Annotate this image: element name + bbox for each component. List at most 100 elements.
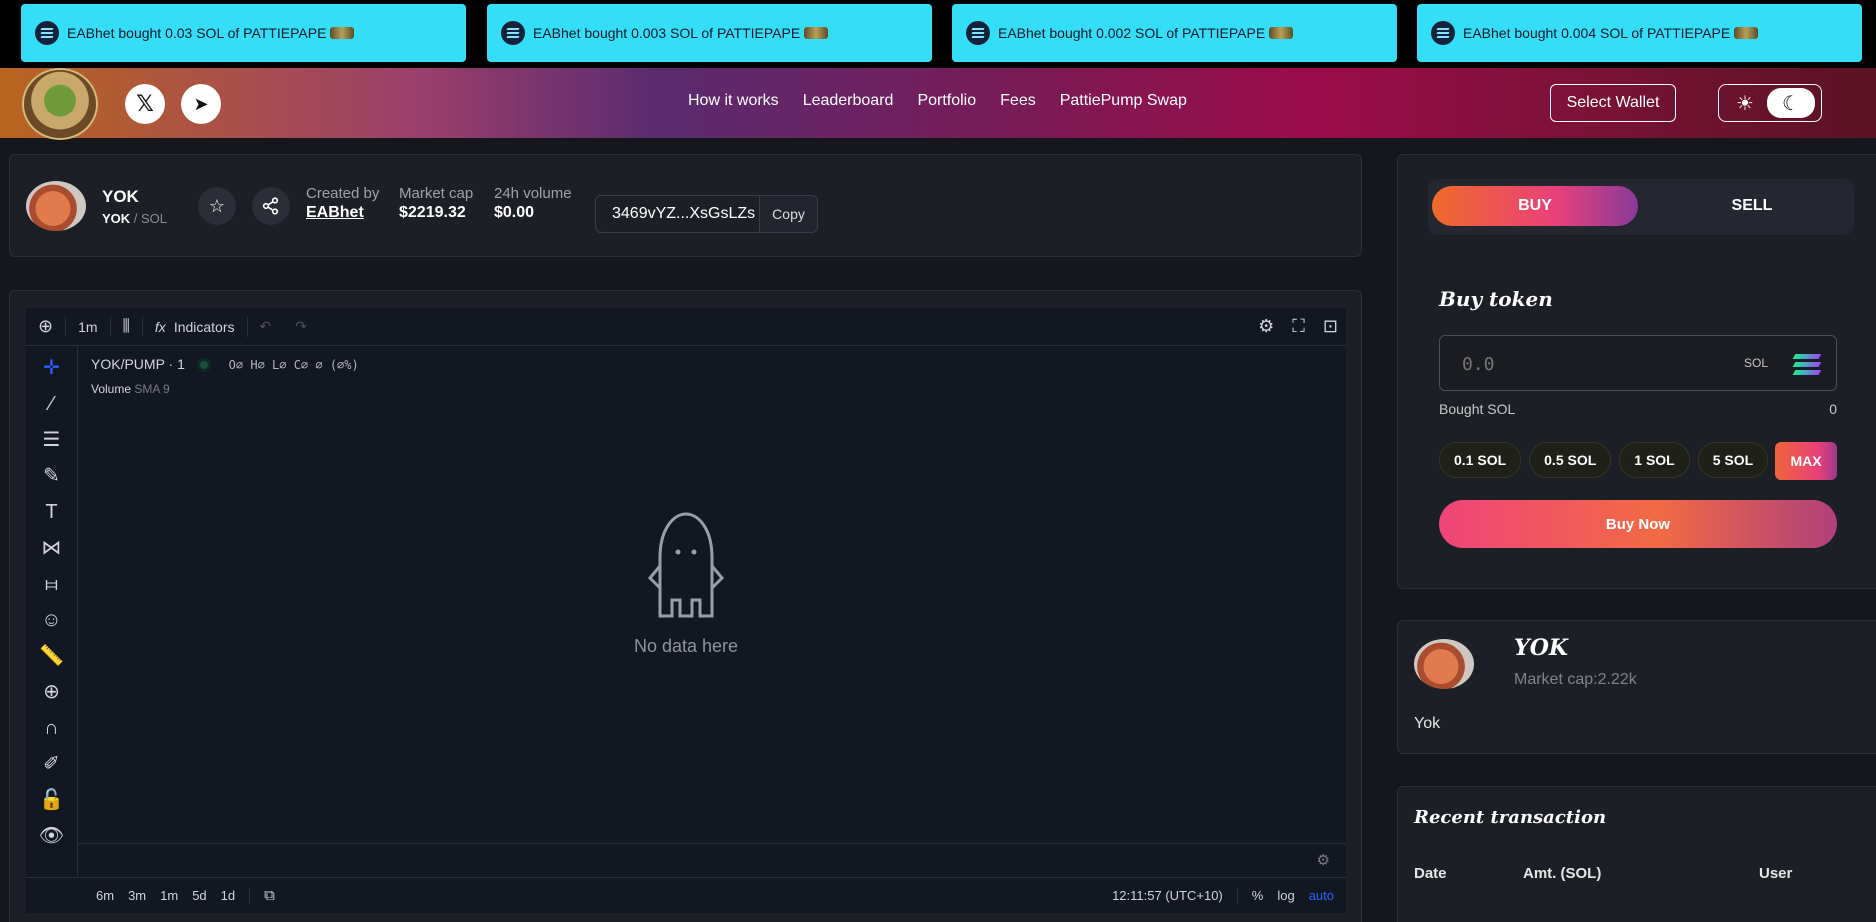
moon-icon[interactable]: ☾ — [1767, 88, 1815, 118]
token-name: YOK — [102, 187, 139, 206]
preset-0-5-sol[interactable]: 0.5 SOL — [1529, 442, 1612, 478]
col-amount: Amt. (SOL) — [1523, 865, 1602, 882]
theme-toggle[interactable]: ☀ ☾ — [1718, 84, 1822, 122]
copy-address-button[interactable]: Copy — [759, 196, 817, 232]
bought-sol-value: 0 — [1829, 401, 1837, 417]
coin-icon — [330, 27, 355, 39]
col-user: User — [1759, 865, 1793, 882]
fullscreen-icon[interactable]: ⛶ — [1292, 316, 1305, 337]
token-avatar — [26, 181, 86, 231]
crosshair-icon[interactable]: ✛ — [43, 356, 60, 380]
magnet-icon[interactable]: ∩ — [44, 716, 58, 740]
token-avatar — [1414, 639, 1474, 689]
brush-icon[interactable]: ✎ — [43, 464, 60, 488]
zoom-in-icon[interactable]: ⊕ — [43, 680, 60, 704]
no-data-placeholder: No data here — [26, 508, 1346, 657]
share-icon[interactable] — [252, 187, 290, 225]
range-3m[interactable]: 3m — [128, 888, 146, 903]
activity-ticker: EABhet bought 0.03 SOL of PATTIEPAPE EAB… — [0, 0, 1876, 68]
eye-icon[interactable]: 👁 — [39, 824, 64, 848]
max-button[interactable]: MAX — [1775, 442, 1837, 480]
amount-presets: 0.1 SOL 0.5 SOL 1 SOL 5 SOL — [1439, 442, 1769, 478]
chart-legend: YOK/PUMP · 1 O∅ H∅ L∅ C∅ ∅ (∅%) — [91, 356, 359, 373]
amount-field: SOL — [1439, 335, 1837, 391]
telegram-icon[interactable]: ➤ — [181, 84, 221, 124]
ticker-text: EABhet bought 0.004 SOL of PATTIEPAPE — [1463, 25, 1731, 41]
site-logo[interactable] — [22, 68, 98, 140]
interval-selector[interactable]: 1m — [66, 308, 109, 345]
nav-leaderboard[interactable]: Leaderboard — [803, 92, 894, 110]
bought-sol-label: Bought SOL — [1439, 401, 1516, 417]
nav-portfolio[interactable]: Portfolio — [917, 92, 976, 110]
nav-fees[interactable]: Fees — [1000, 92, 1036, 110]
token-info-card: YOK Market cap:2.22k Yok — [1397, 620, 1876, 754]
solana-icon — [35, 21, 59, 45]
x-social-icon[interactable]: 𝕏 — [125, 84, 165, 124]
range-1d[interactable]: 1d — [221, 888, 235, 903]
token-description: Yok — [1414, 715, 1441, 732]
chart-settings-gear-icon[interactable]: ⚙ — [1258, 316, 1274, 337]
token-pair: YOK / SOL — [102, 211, 168, 226]
coin-icon — [1269, 27, 1294, 39]
indicators-button[interactable]: fx Indicators — [143, 308, 247, 345]
preset-1-sol[interactable]: 1 SOL — [1619, 442, 1690, 478]
favorite-star-icon[interactable]: ☆ — [198, 187, 236, 225]
redo-icon[interactable]: ↷ — [283, 308, 319, 345]
ticker-text: EABhet bought 0.003 SOL of PATTIEPAPE — [533, 25, 801, 41]
recent-transactions: Recent transaction Date Amt. (SOL) User — [1397, 786, 1876, 922]
ohlc-values: O∅ H∅ L∅ C∅ ∅ (∅%) — [228, 358, 359, 372]
market-cap-info: Market cap $2219.32 — [399, 185, 474, 221]
candle-type-icon[interactable]: ⫼ — [111, 308, 142, 345]
lock-pencil-icon[interactable]: ✐ — [43, 752, 60, 776]
fx-icon: fx — [154, 318, 166, 335]
log-toggle[interactable]: log — [1277, 888, 1294, 903]
preset-0-1-sol[interactable]: 0.1 SOL — [1439, 442, 1522, 478]
ticker-item[interactable]: EABhet bought 0.002 SOL of PATTIEPAPE — [952, 4, 1397, 62]
ticker-item[interactable]: EABhet bought 0.004 SOL of PATTIEPAPE — [1417, 4, 1862, 62]
preset-5-sol[interactable]: 5 SOL — [1697, 442, 1769, 478]
solana-icon — [1792, 352, 1822, 376]
main-nav: How it works Leaderboard Portfolio Fees … — [688, 92, 1187, 110]
address-text: 3469vYZ...XsGsLZs — [612, 205, 756, 222]
goto-date-icon[interactable]: ⧉ — [264, 887, 275, 904]
price-chart[interactable]: ⊕ 1m ⫼ fx Indicators ↶ ↷ ⚙ ⛶ ⊡ ✛ ⁄ ☰ ✎ T … — [26, 308, 1346, 913]
select-wallet-button[interactable]: Select Wallet — [1550, 84, 1676, 122]
percent-toggle[interactable]: % — [1252, 888, 1264, 903]
range-6m[interactable]: 6m — [96, 888, 114, 903]
nav-swap[interactable]: PattiePump Swap — [1060, 92, 1187, 110]
volume-legend[interactable]: Volume SMA 9 — [91, 382, 170, 396]
sun-icon[interactable]: ☀ — [1723, 91, 1767, 116]
creator-link[interactable]: EABhet — [306, 204, 379, 222]
ticker-item[interactable]: EABhet bought 0.003 SOL of PATTIEPAPE — [487, 4, 932, 62]
chart-settings-small-icon[interactable]: ⚙ — [1317, 851, 1330, 869]
ghost-icon — [648, 512, 724, 618]
chart-toolbar: ⊕ 1m ⫼ fx Indicators ↶ ↷ ⚙ ⛶ ⊡ — [26, 308, 1346, 346]
recent-transactions-title: Recent transaction — [1414, 807, 1607, 828]
tab-buy[interactable]: BUY — [1432, 186, 1638, 226]
camera-icon[interactable]: ⊡ — [1323, 316, 1338, 337]
add-symbol-icon[interactable]: ⊕ — [26, 308, 65, 345]
buy-token-heading: Buy token — [1439, 287, 1553, 311]
chart-time[interactable]: 12:11:57 (UTC+10) — [1112, 888, 1223, 903]
market-status-icon — [196, 358, 211, 373]
trendline-icon[interactable]: ⁄ — [50, 392, 53, 416]
token-info-name: YOK — [1514, 635, 1568, 661]
solana-icon — [501, 21, 525, 45]
nav-how-it-works[interactable]: How it works — [688, 92, 779, 110]
site-header: 𝕏 ➤ How it works Leaderboard Portfolio F… — [0, 68, 1876, 140]
chart-panel: ⊕ 1m ⫼ fx Indicators ↶ ↷ ⚙ ⛶ ⊡ ✛ ⁄ ☰ ✎ T … — [9, 290, 1362, 922]
tab-sell[interactable]: SELL — [1654, 186, 1850, 226]
ticker-text: EABhet bought 0.002 SOL of PATTIEPAPE — [998, 25, 1266, 41]
lock-icon[interactable]: 🔓 — [39, 788, 64, 812]
auto-toggle[interactable]: auto — [1309, 888, 1334, 903]
fib-lines-icon[interactable]: ☰ — [43, 428, 61, 452]
amount-input[interactable] — [1462, 350, 1742, 378]
undo-icon[interactable]: ↶ — [248, 308, 284, 345]
buy-now-button[interactable]: Buy Now — [1439, 500, 1837, 548]
chart-symbol[interactable]: YOK/PUMP · 1 — [91, 356, 185, 372]
creator-info: Created by EABhet — [306, 185, 380, 222]
coin-icon — [804, 27, 829, 39]
range-1m[interactable]: 1m — [160, 888, 178, 903]
range-5d[interactable]: 5d — [192, 888, 206, 903]
ticker-item[interactable]: EABhet bought 0.03 SOL of PATTIEPAPE — [21, 4, 466, 62]
